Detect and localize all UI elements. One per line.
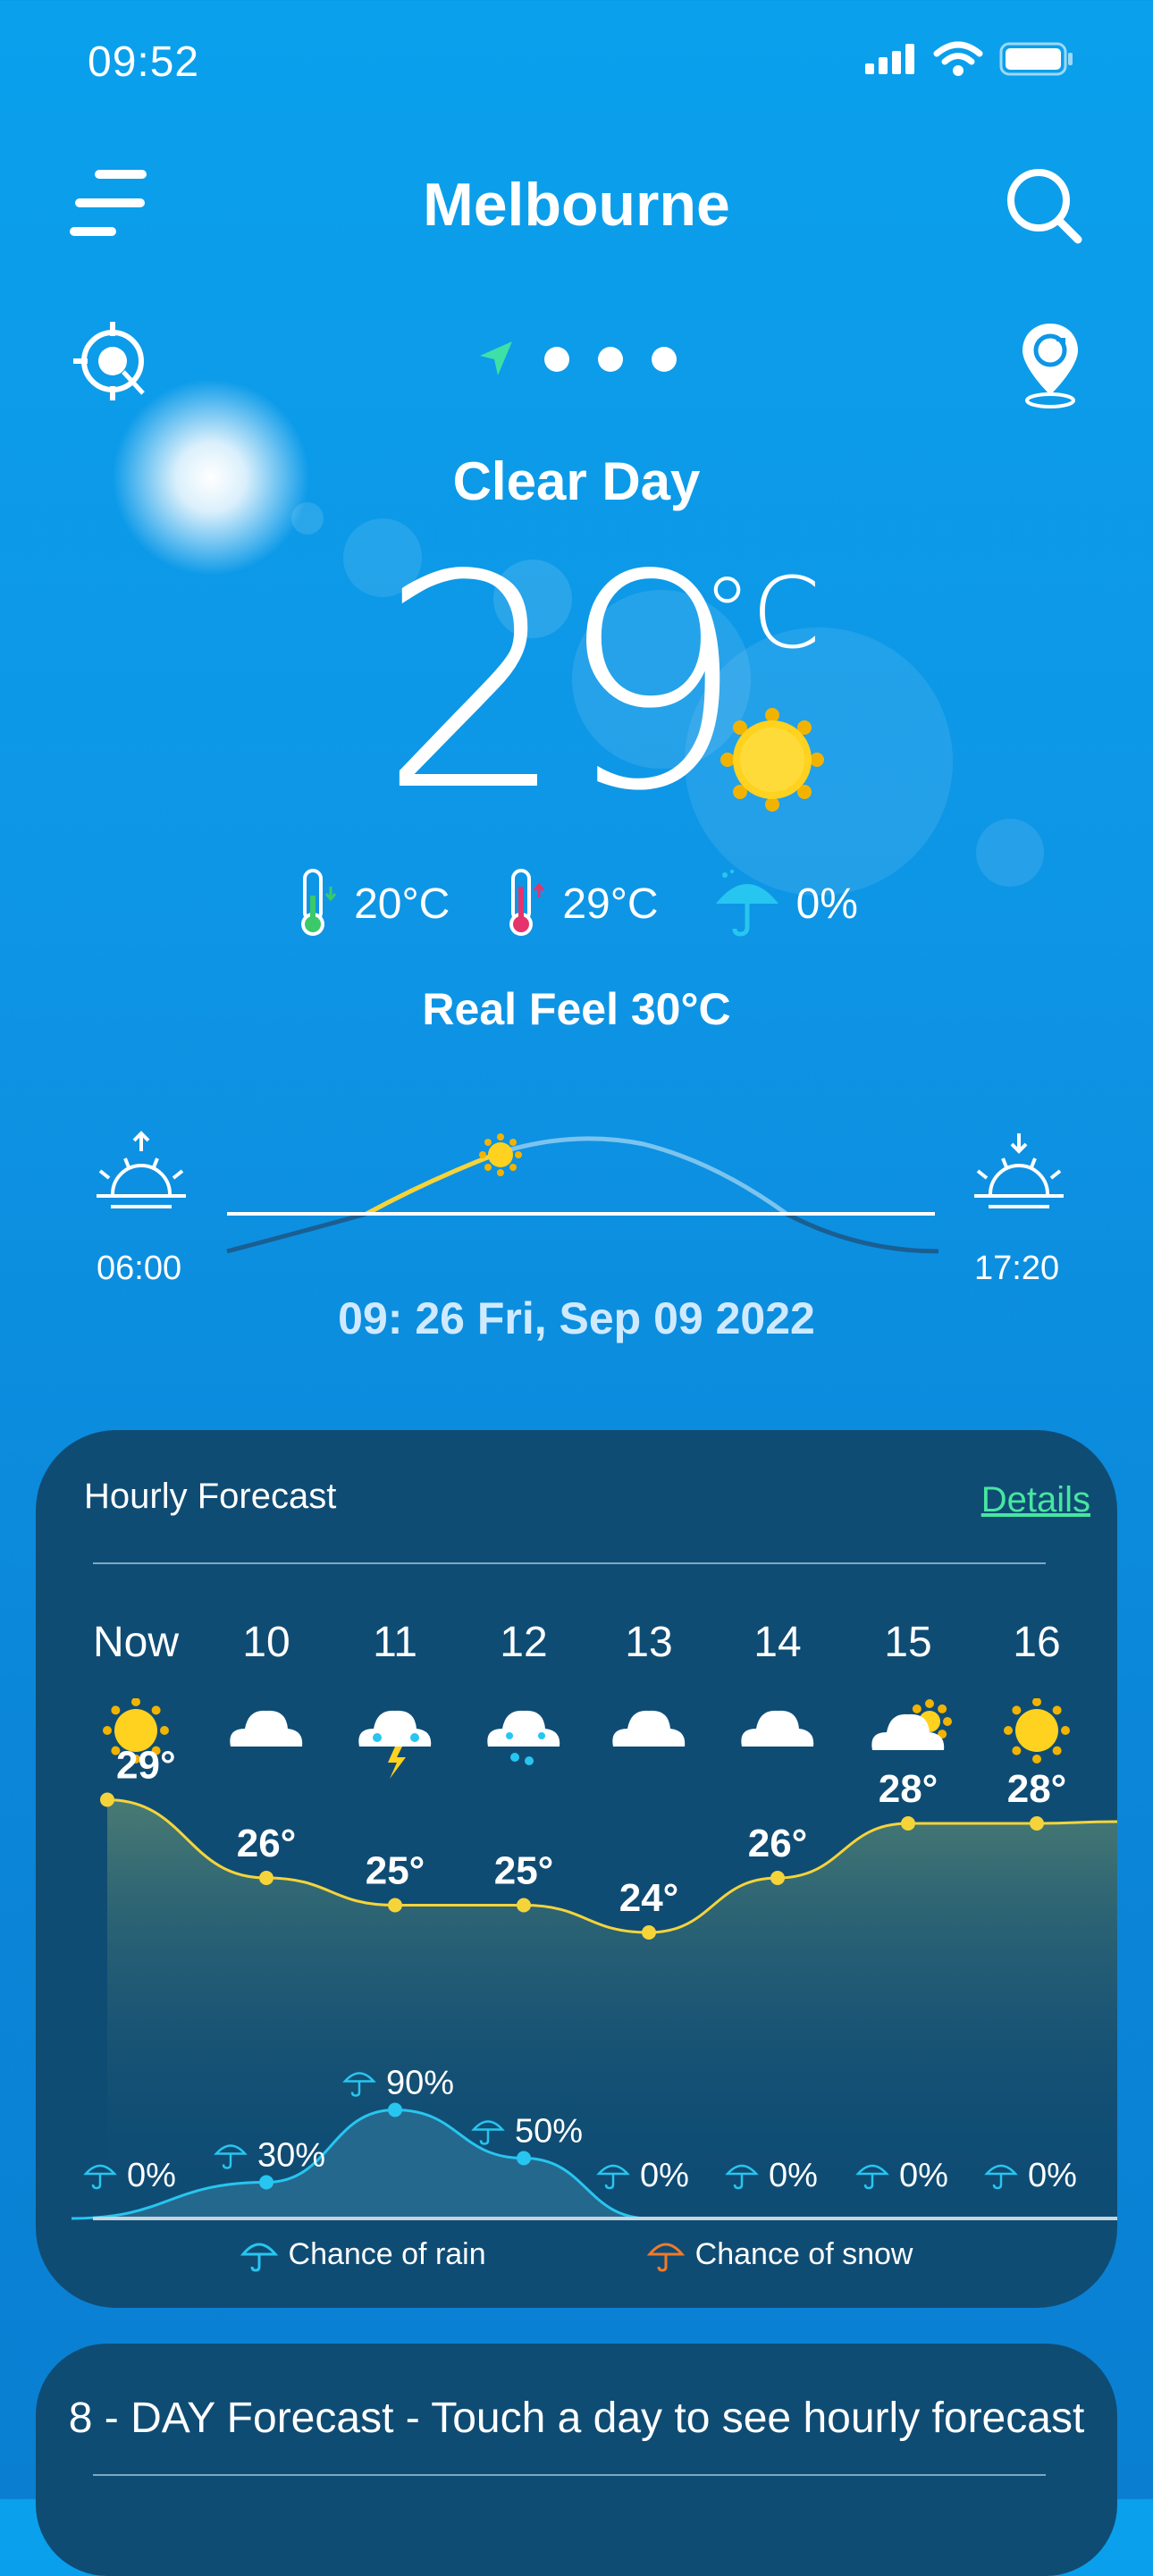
card-divider xyxy=(93,1562,1046,1564)
cloud-icon xyxy=(230,1710,303,1747)
sunset-icon xyxy=(974,1133,1064,1208)
chart-legend: Chance of rain Chance of snow xyxy=(36,2236,1117,2272)
temp-label: 28° xyxy=(1007,1767,1067,1811)
hour-label: 15 xyxy=(884,1619,932,1666)
rain-chance-value: 50% xyxy=(515,2113,583,2151)
temp-label: 28° xyxy=(879,1767,938,1811)
sunrise-icon xyxy=(97,1131,186,1208)
search-icon[interactable] xyxy=(1003,164,1085,247)
umbrella-icon xyxy=(715,870,778,937)
precip-value: 0% xyxy=(795,880,858,928)
rain-cloud-icon xyxy=(487,1710,560,1765)
rain-point xyxy=(388,2102,402,2117)
temp-point xyxy=(259,1871,274,1885)
rain-point xyxy=(517,2151,531,2166)
rain-chance-label: 0% xyxy=(83,2157,176,2194)
temp-point xyxy=(642,1925,656,1940)
rain-chance-value: 0% xyxy=(1028,2157,1077,2194)
hour-label: Now xyxy=(92,1619,180,1666)
location-refresh-icon[interactable] xyxy=(1019,320,1081,409)
hour-label: 16 xyxy=(1013,1619,1061,1666)
hourly-chart: 29° 26° 25° 25° 24° 26° 28° 28° 0% 30% 90% 50% 0% 0% 0… xyxy=(71,1698,1117,2220)
max-temp-value: 29°C xyxy=(562,880,659,928)
wifi-icon xyxy=(933,41,983,76)
sunset-time: 17:20 xyxy=(974,1250,1060,1287)
temp-point xyxy=(517,1898,531,1913)
legend-snow-label: Chance of snow xyxy=(694,2236,913,2271)
temp-point xyxy=(388,1898,402,1913)
temp-point xyxy=(1030,1816,1044,1831)
sun-icon xyxy=(1004,1698,1070,1764)
rain-chance-value: 0% xyxy=(127,2157,176,2194)
rain-umbrella-icon xyxy=(240,2243,278,2272)
min-temp-stat: 20°C xyxy=(295,867,450,940)
pager-dot[interactable] xyxy=(598,347,623,372)
temp-label: 25° xyxy=(494,1849,554,1893)
real-feel: Real Feel 30°C xyxy=(422,984,731,1034)
temp-label: 26° xyxy=(748,1822,808,1865)
sun-position-icon xyxy=(479,1133,522,1176)
card-divider xyxy=(93,2474,1046,2476)
battery-icon xyxy=(999,42,1073,76)
hour-label: 12 xyxy=(500,1619,548,1666)
location-pager[interactable] xyxy=(0,340,1153,379)
rain-chance-value: 0% xyxy=(640,2157,689,2194)
rain-chance-value: 0% xyxy=(769,2157,818,2194)
partly-cloudy-icon xyxy=(871,1699,952,1750)
sunrise-time: 06:00 xyxy=(97,1250,182,1287)
signal-icon xyxy=(865,44,914,74)
daily-forecast-title: 8 - DAY Forecast - Touch a day to see ho… xyxy=(68,2395,1085,2442)
temp-label: 29° xyxy=(116,1744,176,1788)
thermometer-high-icon xyxy=(509,869,545,936)
min-temp-value: 20°C xyxy=(354,880,450,928)
current-temperature: 29 xyxy=(379,512,745,855)
hour-label: 10 xyxy=(242,1619,290,1666)
cloud-icon xyxy=(741,1710,814,1747)
cloud-icon xyxy=(612,1710,686,1747)
pager-dot[interactable] xyxy=(652,347,677,372)
details-link[interactable]: Details xyxy=(981,1480,1090,1520)
sun-path-night xyxy=(226,1211,367,1254)
temp-label: 26° xyxy=(237,1822,297,1865)
sun-path-elapsed xyxy=(365,1150,500,1216)
status-icons xyxy=(865,41,1074,77)
legend-snow: Chance of snow xyxy=(646,2236,913,2272)
current-datetime: 09: 26 Fri, Sep 09 2022 xyxy=(338,1293,815,1343)
rain-chance-value: 90% xyxy=(386,2065,454,2102)
sun-icon xyxy=(720,708,824,812)
temp-label: 24° xyxy=(619,1876,679,1920)
hours-row: Now 10 11 12 13 14 15 16 xyxy=(36,1618,1117,1671)
hour-label: 11 xyxy=(373,1619,417,1666)
snow-umbrella-icon xyxy=(646,2243,685,2272)
max-temp-stat: 29°C xyxy=(503,867,659,940)
status-time: 09:52 xyxy=(88,38,200,86)
hourly-forecast-card: Hourly Forecast Details Now 10 11 12 13 14 15 1… xyxy=(36,1430,1117,2308)
pager-dot[interactable] xyxy=(544,347,569,372)
rain-point xyxy=(259,2175,274,2190)
hour-label: 14 xyxy=(753,1619,802,1666)
hour-label: 13 xyxy=(625,1619,673,1666)
legend-rain: Chance of rain xyxy=(240,2236,486,2272)
weather-condition: Clear Day xyxy=(452,451,701,511)
city-title: Melbourne xyxy=(423,171,730,239)
temp-point xyxy=(901,1816,915,1831)
temp-point xyxy=(770,1871,785,1885)
legend-rain-label: Chance of rain xyxy=(288,2236,486,2271)
rain-chance-value: 0% xyxy=(899,2157,948,2194)
temperature-stats: 20°C 29°C 0% xyxy=(0,867,1153,940)
sun-path-chart xyxy=(97,1131,1064,1254)
daily-forecast-card[interactable]: 8 - DAY Forecast - Touch a day to see ho… xyxy=(36,2344,1117,2576)
sun-path-night-2 xyxy=(785,1211,939,1254)
temp-point xyxy=(100,1792,114,1807)
sun-path-day-remaining xyxy=(498,1136,788,1216)
thermometer-low-icon xyxy=(301,869,337,936)
thunderstorm-icon xyxy=(358,1710,432,1779)
temp-label: 25° xyxy=(366,1849,425,1893)
temperature-unit: °C xyxy=(703,556,821,670)
hourly-forecast-title: Hourly Forecast xyxy=(84,1477,337,1516)
rain-chance-value: 30% xyxy=(257,2137,325,2175)
navigation-arrow-icon xyxy=(480,341,512,375)
precip-stat: 0% xyxy=(712,867,858,940)
